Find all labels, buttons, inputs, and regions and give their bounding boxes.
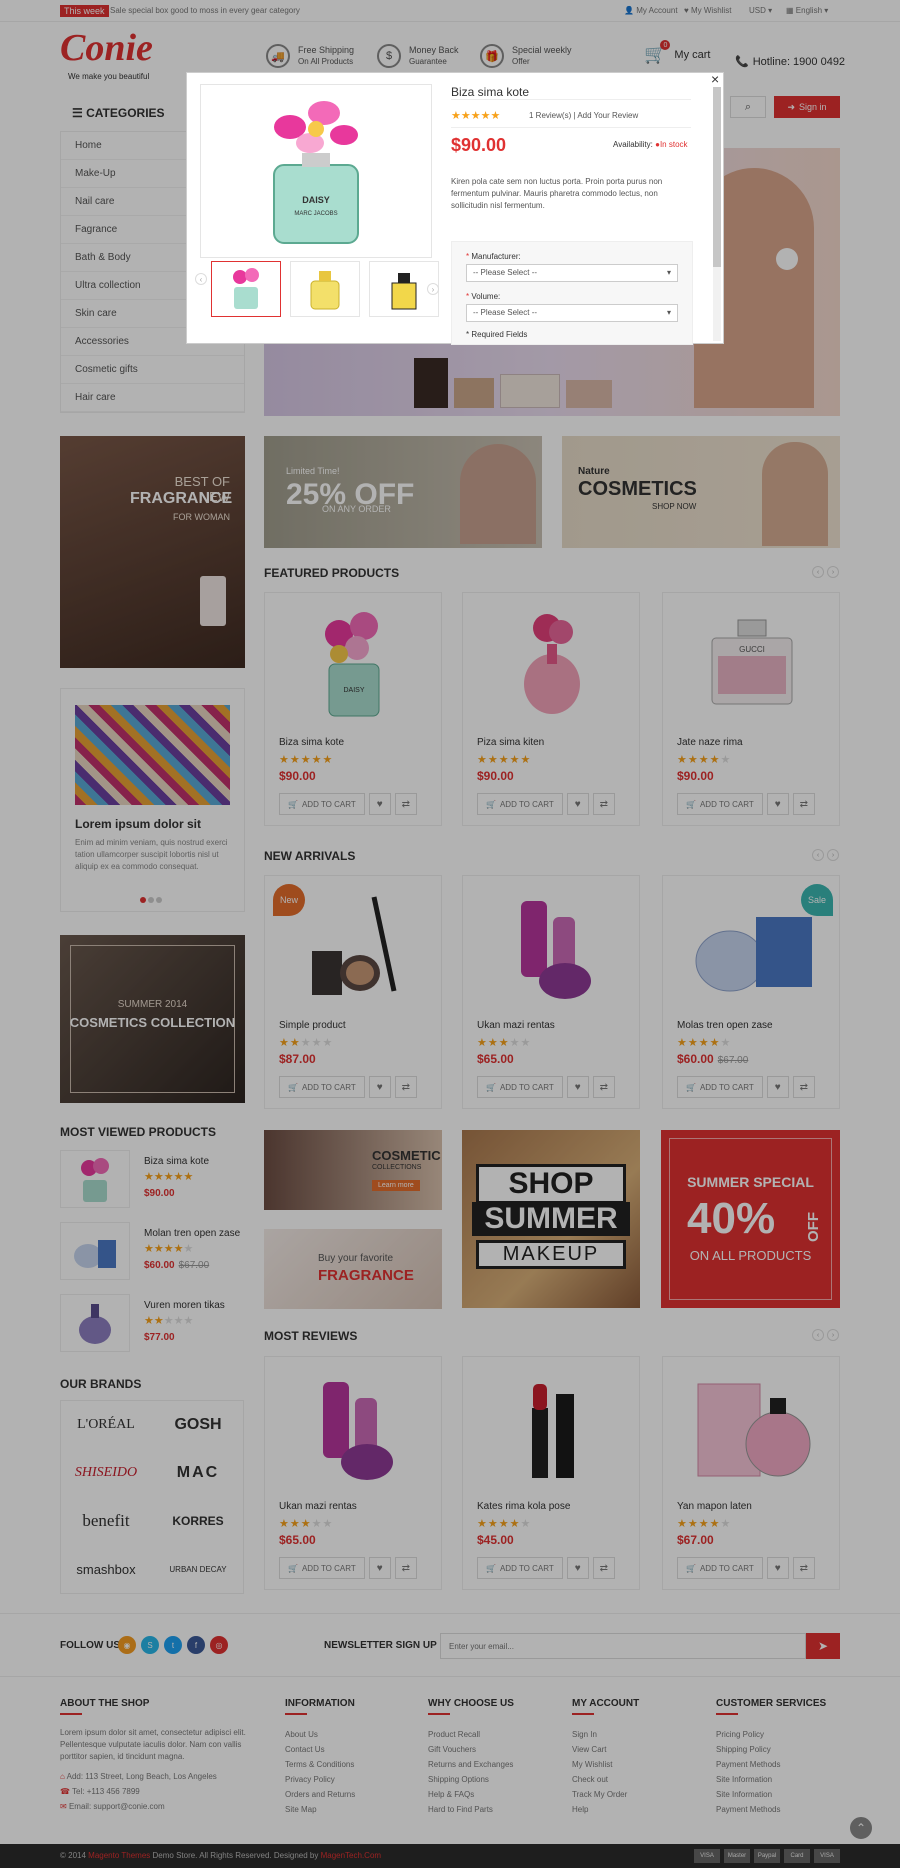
modal-thumbnail[interactable] <box>211 261 281 317</box>
chevron-down-icon: ▾ <box>666 308 671 317</box>
modal-divider <box>451 127 691 128</box>
modal-reviews-link[interactable]: 1 Review(s) | Add Your Review <box>529 111 638 120</box>
modal-description: Kiren pola cate sem non luctus porta. Pr… <box>451 177 663 210</box>
modal-product-title: Biza sima kote <box>451 85 530 99</box>
modal-options-box: * Manufacturer: -- Please Select -- ▾ * V… <box>451 241 693 345</box>
required-fields-note: * Required Fields <box>466 330 528 339</box>
chevron-down-icon: ▾ <box>666 268 671 277</box>
volume-label: * Volume: <box>466 292 501 301</box>
modal-price: $90.00 <box>451 135 507 155</box>
modal-main-image[interactable]: DAISY MARC JACOBS <box>200 84 432 258</box>
modal-scrollbar[interactable] <box>713 87 721 341</box>
thumb-next-arrow-icon[interactable]: › <box>427 283 439 295</box>
modal-availability: Availability: ●In stock <box>613 140 688 149</box>
modal-thumbnail[interactable] <box>290 261 360 317</box>
manufacturer-label: * Manufacturer: <box>466 252 521 261</box>
modal-rating-stars: ★★★★★ <box>451 110 501 122</box>
quickview-modal: × DAISY MARC JACOBS ‹ › Biza sima kote ★… <box>186 72 724 345</box>
svg-text:DAISY: DAISY <box>302 195 330 205</box>
svg-text:MARC JACOBS: MARC JACOBS <box>294 211 337 217</box>
volume-select[interactable]: -- Please Select -- ▾ <box>466 304 678 322</box>
close-icon[interactable]: × <box>711 72 719 86</box>
thumb-prev-arrow-icon[interactable]: ‹ <box>195 273 207 285</box>
manufacturer-select[interactable]: -- Please Select -- ▾ <box>466 264 678 282</box>
modal-divider <box>451 99 691 100</box>
scrollbar-thumb[interactable] <box>713 87 721 267</box>
